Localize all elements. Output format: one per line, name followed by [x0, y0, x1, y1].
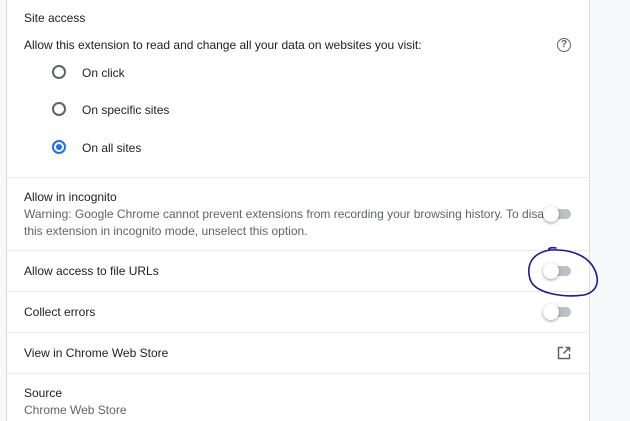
divider [7, 332, 589, 333]
radio-label-on-specific-sites[interactable]: On specific sites [82, 102, 169, 118]
incognito-toggle[interactable] [543, 206, 573, 222]
file-urls-title: Allow access to file URLs [24, 264, 159, 278]
annotation-circle [528, 246, 599, 297]
site-access-heading: Site access [24, 11, 86, 25]
incognito-title: Allow in incognito [24, 190, 117, 204]
open-in-new-icon[interactable] [557, 346, 571, 360]
site-access-description: Allow this extension to read and change … [24, 38, 422, 52]
collect-errors-toggle[interactable] [543, 304, 573, 320]
source-value: Chrome Web Store [24, 403, 127, 417]
web-store-link[interactable]: View in Chrome Web Store [24, 345, 168, 361]
collect-errors-title: Collect errors [24, 305, 96, 319]
source-title: Source [24, 386, 63, 400]
radio-label-on-all-sites[interactable]: On all sites [82, 140, 141, 156]
divider [7, 177, 589, 178]
extension-details-card: Site access Allow this extension to read… [6, 0, 590, 421]
divider [7, 373, 589, 374]
radio-on-click[interactable] [52, 65, 66, 79]
help-icon[interactable]: ? [557, 38, 571, 52]
divider [7, 291, 589, 292]
incognito-warning-line1: Warning: Google Chrome cannot prevent ex… [24, 207, 561, 221]
radio-on-all-sites[interactable] [52, 140, 66, 154]
incognito-warning-line2: this extension in incognito mode, unsele… [24, 224, 308, 238]
divider [7, 250, 589, 251]
radio-on-specific-sites[interactable] [52, 102, 66, 116]
radio-label-on-click[interactable]: On click [82, 65, 125, 81]
